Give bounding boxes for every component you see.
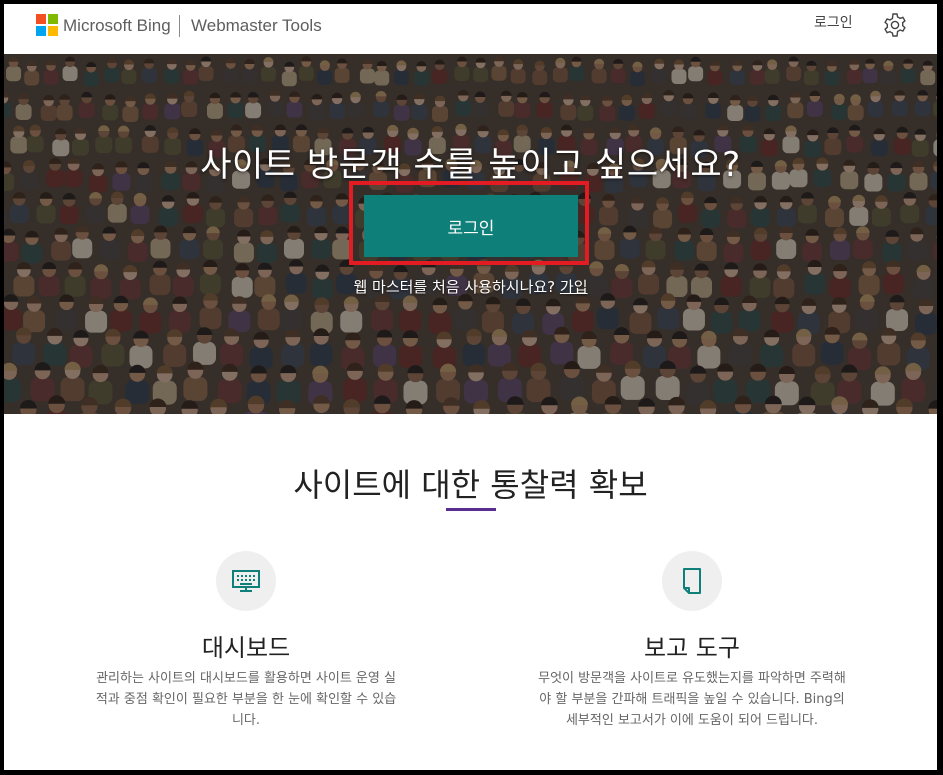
brand-name[interactable]: Microsoft Bing [63, 16, 171, 36]
hero-banner: 사이트 방문객 수를 높이고 싶으세요? 로그인 웹 마스터를 처음 사용하시나… [4, 54, 937, 414]
logo-square-yellow [48, 26, 58, 36]
brand-divider [179, 15, 180, 37]
browser-page: Microsoft Bing Webmaster Tools 로그인 사이트 방… [4, 4, 937, 770]
microsoft-logo-icon[interactable] [36, 14, 58, 36]
feature-desc-dashboard: 관리하는 사이트의 대시보드를 활용하면 사이트 운영 실적과 중점 확인이 필… [95, 671, 397, 728]
settings-gear-icon[interactable] [882, 12, 908, 38]
signup-link[interactable]: 가입 [560, 278, 588, 296]
section-title-underline [446, 508, 496, 511]
hero-title: 사이트 방문객 수를 높이고 싶으세요? [200, 145, 741, 185]
signup-prompt: 웹 마스터를 처음 사용하시나요? 가입 [4, 276, 937, 297]
feature-desc-reports: 무엇이 방문객을 사이트로 유도했는지를 파악하면 주력해야 할 부분을 간파해… [538, 671, 846, 728]
section-title: 사이트에 대한 통찰력 확보 [293, 466, 648, 504]
feature-title-dashboard: 대시보드 [201, 634, 291, 662]
logo-square-blue [36, 26, 46, 36]
logo-square-green [48, 14, 58, 24]
feature-title-reports: 보고 도구 [644, 634, 740, 662]
hero-login-button[interactable]: 로그인 [364, 195, 578, 257]
top-header: Microsoft Bing Webmaster Tools 로그인 [4, 4, 937, 54]
dashboard-monitor-icon [216, 551, 276, 611]
report-document-icon [662, 551, 722, 611]
signup-prompt-text: 웹 마스터를 처음 사용하시나요? [353, 278, 556, 296]
product-name[interactable]: Webmaster Tools [191, 16, 322, 36]
logo-square-red [36, 14, 46, 24]
header-login-link[interactable]: 로그인 [814, 12, 853, 32]
